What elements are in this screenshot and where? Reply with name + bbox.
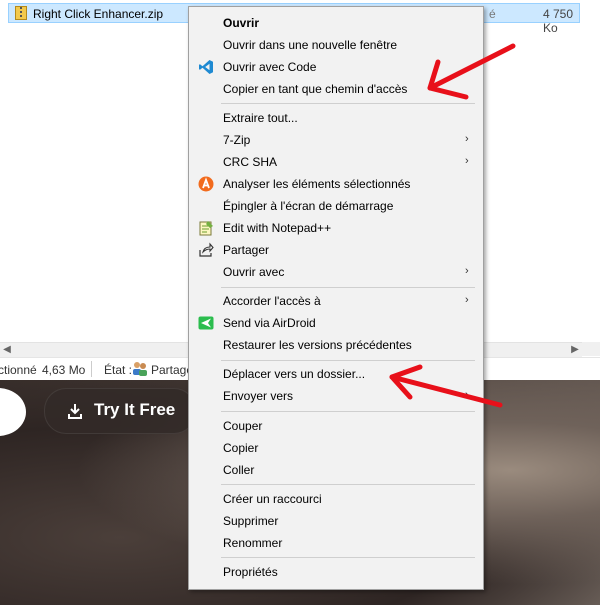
menu-item-move-to-folder[interactable]: Déplacer vers un dossier... — [189, 363, 483, 385]
menu-item-open-new-window[interactable]: Ouvrir dans une nouvelle fenêtre — [189, 34, 483, 56]
menu-item-label: CRC SHA — [223, 155, 278, 169]
menu-item-open-with-code[interactable]: Ouvrir avec Code — [189, 56, 483, 78]
file-name: Right Click Enhancer.zip — [33, 7, 164, 21]
menu-item-label: Créer un raccourci — [223, 492, 322, 506]
menu-item-label: Supprimer — [223, 514, 279, 528]
status-selected-label: ctionné — [0, 363, 37, 377]
menu-item-label: Épingler à l'écran de démarrage — [223, 199, 394, 213]
menu-item-label: Ouvrir dans une nouvelle fenêtre — [223, 38, 398, 52]
menu-item-open-with[interactable]: Ouvrir avec › — [189, 261, 483, 283]
menu-separator — [221, 360, 475, 361]
menu-item-7zip[interactable]: 7-Zip › — [189, 129, 483, 151]
menu-item-label: Extraire tout... — [223, 111, 298, 125]
menu-item-properties[interactable]: Propriétés — [189, 561, 483, 583]
users-icon — [133, 362, 147, 376]
menu-item-create-shortcut[interactable]: Créer un raccourci — [189, 488, 483, 510]
menu-item-label: Analyser les éléments sélectionnés — [223, 177, 411, 191]
zip-icon — [15, 6, 27, 20]
menu-item-label: Copier — [223, 441, 259, 455]
menu-item-extract-all[interactable]: Extraire tout... — [189, 107, 483, 129]
scroll-left-icon[interactable]: ◀ — [0, 343, 14, 357]
chevron-right-icon: › — [465, 294, 469, 306]
menu-item-label: Ouvrir avec — [223, 265, 285, 279]
menu-item-send-airdroid[interactable]: Send via AirDroid — [189, 312, 483, 334]
menu-item-cut[interactable]: Couper — [189, 415, 483, 437]
menu-separator — [221, 484, 475, 485]
chevron-right-icon: › — [465, 265, 469, 277]
file-type: é — [489, 7, 496, 21]
try-it-free-label: Try It Free — [94, 400, 176, 419]
menu-item-grant-access[interactable]: Accorder l'accès à › — [189, 290, 483, 312]
menu-item-label: Ouvrir — [223, 16, 260, 30]
menu-item-share[interactable]: Partager — [189, 239, 483, 261]
avast-icon — [198, 176, 214, 192]
notepad-icon — [199, 221, 213, 236]
menu-separator — [221, 557, 475, 558]
download-icon — [68, 404, 82, 419]
menu-item-label: Send via AirDroid — [223, 316, 316, 330]
menu-item-label: Restaurer les versions précédentes — [223, 338, 412, 352]
menu-item-send-to[interactable]: Envoyer vers › — [189, 385, 483, 407]
try-it-free-button[interactable]: Try It Free — [44, 388, 196, 434]
status-divider — [91, 361, 92, 377]
status-state-label: État : — [104, 363, 133, 377]
chevron-right-icon: › — [465, 133, 469, 145]
file-size: 4 750 Ko — [543, 7, 574, 35]
share-icon — [199, 242, 214, 257]
menu-item-label: Couper — [223, 419, 263, 433]
chevron-right-icon: › — [465, 155, 469, 167]
menu-separator — [221, 103, 475, 104]
menu-item-crc-sha[interactable]: CRC SHA › — [189, 151, 483, 173]
menu-item-label: Accorder l'accès à — [223, 294, 321, 308]
menu-separator — [221, 411, 475, 412]
status-selected-size: 4,63 Mo — [42, 363, 86, 377]
menu-item-paste[interactable]: Coller — [189, 459, 483, 481]
menu-item-label: Edit with Notepad++ — [223, 221, 332, 235]
menu-item-label: Renommer — [223, 536, 283, 550]
menu-item-restore-versions[interactable]: Restaurer les versions précédentes — [189, 334, 483, 356]
menu-item-pin-start[interactable]: Épingler à l'écran de démarrage — [189, 195, 483, 217]
status-shared-label: Partage — [151, 363, 194, 377]
menu-item-analyze[interactable]: Analyser les éléments sélectionnés — [189, 173, 483, 195]
menu-item-label: Ouvrir avec Code — [223, 60, 317, 74]
menu-item-label: Partager — [223, 243, 270, 257]
menu-item-label: Propriétés — [223, 565, 278, 579]
menu-item-label: 7-Zip — [223, 133, 251, 147]
menu-item-open[interactable]: Ouvrir — [189, 12, 483, 34]
menu-item-label: Déplacer vers un dossier... — [223, 367, 366, 381]
menu-item-copy-as-path[interactable]: Copier en tant que chemin d'accès — [189, 78, 483, 100]
scroll-right-icon[interactable]: ▶ — [568, 343, 582, 357]
vscode-icon — [199, 60, 213, 74]
menu-item-label: Envoyer vers — [223, 389, 294, 403]
menu-item-edit-notepad[interactable]: Edit with Notepad++ — [189, 217, 483, 239]
menu-item-delete[interactable]: Supprimer — [189, 510, 483, 532]
banner-circle-button[interactable] — [0, 388, 26, 436]
menu-item-copy[interactable]: Copier — [189, 437, 483, 459]
airdroid-icon — [198, 316, 214, 330]
scrollbar-corner — [582, 342, 600, 356]
menu-item-rename[interactable]: Renommer — [189, 532, 483, 554]
chevron-right-icon: › — [465, 389, 469, 401]
context-menu: Ouvrir Ouvrir dans une nouvelle fenêtre … — [188, 6, 484, 590]
menu-item-label: Coller — [223, 463, 255, 477]
menu-separator — [221, 287, 475, 288]
menu-item-label: Copier en tant que chemin d'accès — [223, 82, 408, 96]
